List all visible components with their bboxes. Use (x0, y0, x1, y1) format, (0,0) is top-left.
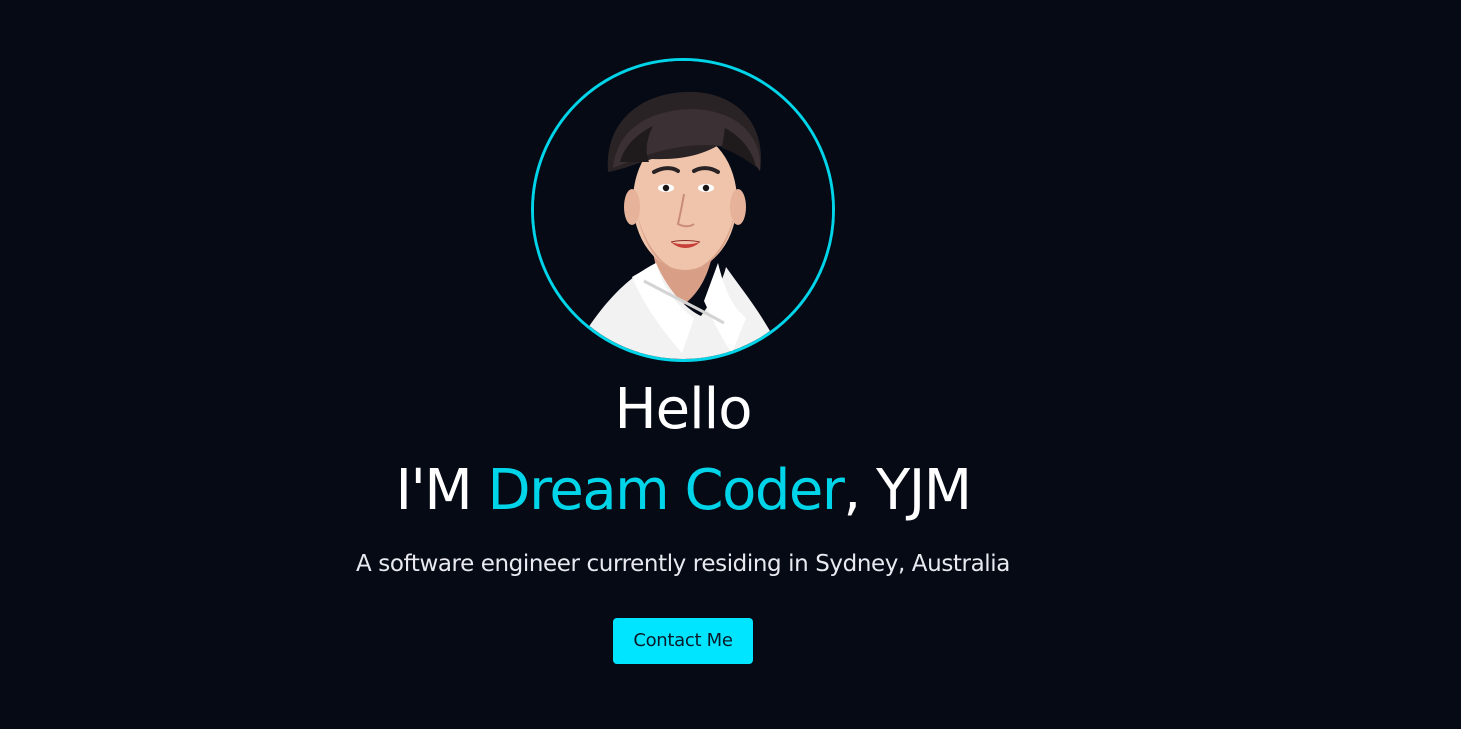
intro-name: Dream Coder (487, 458, 844, 523)
intro-suffix: , YJM (843, 458, 972, 523)
intro-prefix: I'M (395, 458, 488, 523)
contact-me-button[interactable]: Contact Me (613, 618, 753, 664)
avatar (531, 58, 835, 362)
greeting-heading: Hello (614, 377, 753, 442)
home-section: Hello I'M Dream Coder, YJM A software en… (0, 0, 1461, 729)
profile-photo (534, 61, 832, 359)
profile-description: A software engineer currently residing i… (356, 551, 1010, 577)
intro-title: I'M Dream Coder, YJM (0, 458, 1366, 524)
